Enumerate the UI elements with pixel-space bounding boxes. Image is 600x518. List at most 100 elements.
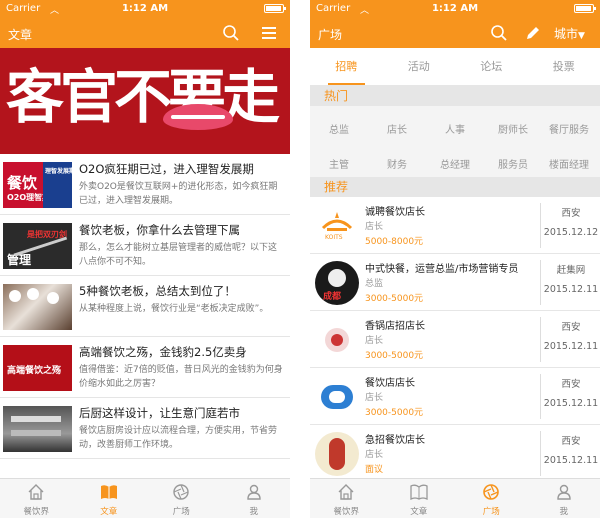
recommend-section-header: 推荐 [310, 177, 600, 197]
article-desc: 那么，怎么才能树立基层管理者的威信呢？以下这八点你不可不知。 [79, 243, 278, 267]
hot-tag[interactable]: 厨师长 [484, 121, 542, 136]
article-desc: 外卖O2O是餐饮互联网+的进化形态，如今疯狂期已过，进入理智发展期。 [79, 182, 278, 206]
tab-forum[interactable]: 论坛 [455, 48, 528, 85]
company-logo [315, 432, 359, 476]
tab-recruit[interactable]: 招聘 [310, 48, 383, 85]
tab-label: 餐饮界 [23, 507, 49, 517]
hot-tag[interactable]: 总经理 [426, 156, 484, 171]
menu-icon[interactable] [260, 24, 278, 42]
home-icon [28, 484, 44, 500]
battery-icon [574, 4, 596, 13]
article-item[interactable]: 管理 是把双刃剑 餐饮老板，你拿什么去管理下属 那么，怎么才能树立基层管理者的威… [0, 215, 290, 276]
tab-events[interactable]: 活动 [383, 48, 456, 85]
job-item[interactable]: KOITS 诚聘餐饮店长 店长 5000-8000元 西安 2015.12.12 [310, 197, 600, 254]
tab-articles[interactable]: 文章 [383, 479, 456, 518]
square-screen: Carrier ︿ 1:12 AM 广场 城市▼ 招聘 活动 论坛 投票 热门 … [310, 0, 600, 518]
tab-me[interactable]: 我 [528, 479, 600, 518]
job-position: 店长 [365, 222, 384, 232]
article-title: 后厨这样设计，让生意门庭若市 [79, 406, 240, 420]
job-city: 赶集网 [556, 265, 586, 276]
job-item[interactable]: 餐饮店店长 店长 3000-5000元 西安 2015.12.11 [310, 368, 600, 425]
job-salary: 3000-5000元 [365, 408, 424, 418]
status-time: 1:12 AM [121, 3, 169, 14]
hot-tag[interactable]: 餐厅服务 [540, 121, 598, 136]
article-item[interactable]: 高端餐饮之殇 高端餐饮之殇，金钱豹2.5亿卖身 值得借鉴：近7倍的贬值，昔日风光… [0, 337, 290, 398]
status-bar: Carrier ︿ 1:12 AM [0, 0, 290, 18]
promo-banner[interactable]: 客官不要走 [0, 48, 290, 154]
job-date: 2015.12.11 [543, 341, 599, 352]
job-date: 2015.12.12 [543, 227, 599, 238]
hot-tag[interactable]: 主管 [310, 156, 368, 171]
status-bar: Carrier ︿ 1:12 AM [310, 0, 600, 18]
company-logo [315, 318, 359, 362]
home-icon [338, 484, 354, 500]
job-salary: 3000-5000元 [365, 294, 424, 304]
job-title: 诚聘餐饮店长 [365, 207, 425, 218]
article-title: 高端餐饮之殇，金钱豹2.5亿卖身 [79, 345, 247, 359]
tab-articles[interactable]: 文章 [73, 479, 146, 518]
sub-tabs: 招聘 活动 论坛 投票 [310, 48, 600, 86]
job-date: 2015.12.11 [543, 284, 599, 295]
article-item[interactable]: 餐饮 O2O理智期 理智发展期 O2O疯狂期已过，进入理智发展期 外卖O2O是餐… [0, 154, 290, 215]
tab-home[interactable]: 餐饮界 [310, 479, 383, 518]
chevron-down-icon: ▼ [578, 31, 585, 41]
article-item[interactable]: 后厨这样设计，让生意门庭若市 餐饮店厨房设计应以流程合理，方便实用，节省劳动，改… [0, 398, 290, 459]
tab-label: 广场 [482, 507, 500, 517]
job-salary: 面议 [365, 465, 384, 475]
job-position: 店长 [365, 336, 384, 346]
nav-bar: 广场 城市▼ [310, 18, 600, 48]
hot-tag[interactable]: 财务 [368, 156, 426, 171]
hot-section-header: 热门 [310, 86, 600, 106]
hot-tag[interactable]: 人事 [426, 121, 484, 136]
banner-text: 客官不要走 [6, 63, 280, 131]
tab-home[interactable]: 餐饮界 [0, 479, 73, 518]
job-city: 西安 [561, 436, 581, 447]
article-thumbnail: 管理 是把双刃剑 [3, 223, 72, 269]
user-icon [247, 484, 261, 500]
article-desc: 值得借鉴：近7倍的贬值，昔日风光的金钱豹为何身价缩水如此之厉害？ [79, 365, 283, 389]
tab-label: 文章 [100, 507, 118, 517]
thumbnail-text: 高端餐饮之殇 [7, 366, 62, 376]
tab-label: 我 [559, 507, 568, 517]
page-title: 广场 [318, 28, 343, 42]
lips-graphic [163, 104, 233, 130]
hot-tag[interactable]: 总监 [310, 121, 368, 136]
job-list: KOITS 诚聘餐饮店长 店长 5000-8000元 西安 2015.12.12… [310, 197, 600, 482]
article-title: 5种餐饮老板，总结太到位了！ [79, 284, 236, 298]
company-logo: KOITS [315, 204, 359, 248]
book-icon [410, 484, 428, 501]
job-salary: 3000-5000元 [365, 351, 424, 361]
job-item[interactable]: 急招餐饮店长 店长 面议 西安 2015.12.11 [310, 425, 600, 482]
job-position: 总监 [365, 279, 384, 289]
status-time: 1:12 AM [431, 3, 479, 14]
tab-vote[interactable]: 投票 [528, 48, 600, 85]
thumbnail-text: 餐饮 [7, 174, 38, 192]
logo-text: 成都 [323, 292, 342, 302]
aperture-icon [173, 484, 189, 500]
job-city: 西安 [561, 379, 581, 390]
tab-square[interactable]: 广场 [455, 479, 528, 518]
aperture-icon [483, 484, 500, 500]
edit-icon[interactable] [524, 24, 542, 42]
search-icon[interactable] [490, 24, 508, 42]
page-title: 文章 [8, 28, 33, 42]
tab-label: 餐饮界 [333, 507, 359, 517]
hot-tag[interactable]: 服务员 [484, 156, 542, 171]
article-title: 餐饮老板，你拿什么去管理下属 [79, 223, 240, 237]
tab-square[interactable]: 广场 [145, 479, 218, 518]
job-item[interactable]: 香锅店招店长 店长 3000-5000元 西安 2015.12.11 [310, 311, 600, 368]
city-selector[interactable]: 城市▼ [554, 25, 585, 42]
hot-tags: 总监 店长 人事 厨师长 餐厅服务 主管 财务 总经理 服务员 楼面经理 [310, 106, 600, 177]
hot-tag[interactable]: 店长 [368, 121, 426, 136]
article-thumbnail: 餐饮 O2O理智期 理智发展期 [3, 162, 72, 208]
hot-tag[interactable]: 楼面经理 [540, 156, 598, 171]
article-desc: 餐饮店厨房设计应以流程合理，方便实用，节省劳动，改善厨师工作环境。 [79, 426, 278, 450]
article-item[interactable]: 5种餐饮老板，总结太到位了！ 从某种程度上说，餐饮行业是“老板决定成败”。 [0, 276, 290, 337]
tab-me[interactable]: 我 [218, 479, 291, 518]
search-icon[interactable] [222, 24, 240, 42]
job-city: 西安 [561, 322, 581, 333]
job-item[interactable]: 成都 中式快餐，运营总监/市场营销专员 总监 3000-5000元 赶集网 20… [310, 254, 600, 311]
logo-text: KOITS [325, 234, 343, 241]
thumbnail-badge: 理智发展期 [45, 168, 72, 175]
tab-label: 文章 [410, 507, 428, 517]
